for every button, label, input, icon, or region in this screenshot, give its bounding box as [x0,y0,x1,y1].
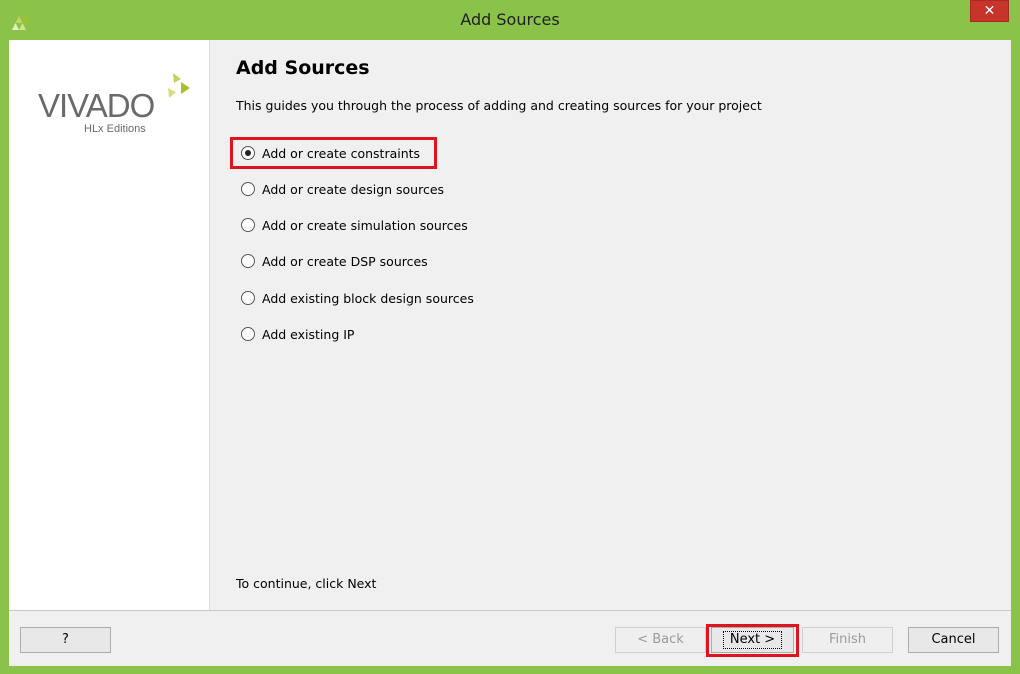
dialog-window: Add Sources ✕ VIVADO HLx Editions Add So… [0,0,1020,674]
next-label: Next > [722,631,783,649]
option-label: Add or create design sources [262,181,445,197]
finish-label: Finish [828,632,866,647]
option-label: Add or create simulation sources [262,217,468,233]
option-block-design-sources[interactable]: Add existing block design sources [241,288,474,308]
option-design-sources[interactable]: Add or create design sources [241,179,444,199]
radio-button-selected[interactable] [241,146,255,160]
window-title: Add Sources [460,10,560,29]
option-existing-ip[interactable]: Add existing IP [241,324,354,344]
footer-divider [9,610,1011,611]
content-panel: Add Sources This guides you through the … [210,40,1011,610]
cancel-label: Cancel [931,632,976,647]
page-description: This guides you through the process of a… [236,98,762,113]
radio-button[interactable] [241,327,255,341]
page-title: Add Sources [236,57,370,79]
dialog-body: VIVADO HLx Editions Add Sources This gui… [9,40,1011,666]
help-label: ? [62,632,69,647]
cancel-button[interactable]: Cancel [908,627,999,653]
option-label: Add existing IP [262,326,355,342]
side-panel: VIVADO HLx Editions [9,40,210,610]
close-icon: ✕ [983,3,996,19]
next-button[interactable]: Next > [711,627,794,653]
title-bar[interactable]: Add Sources ✕ [0,0,1020,40]
option-label: Add or create DSP sources [262,253,428,269]
help-button[interactable]: ? [20,627,111,653]
back-button[interactable]: < Back [615,627,706,653]
logo-brand: VIVADO [38,87,155,124]
vivado-logo: VIVADO HLx Editions [38,73,190,135]
radio-button[interactable] [241,182,255,196]
close-button[interactable]: ✕ [970,0,1009,22]
option-label: Add existing block design sources [262,290,474,306]
finish-button[interactable]: Finish [802,627,893,653]
back-label: < Back [637,632,684,647]
continue-hint: To continue, click Next [236,576,377,591]
option-label: Add or create constraints [262,145,421,161]
radio-button[interactable] [241,254,255,268]
logo-edition: HLx Editions [84,123,146,135]
radio-button[interactable] [241,218,255,232]
option-simulation-sources[interactable]: Add or create simulation sources [241,215,468,235]
option-dsp-sources[interactable]: Add or create DSP sources [241,251,428,271]
radio-button[interactable] [241,291,255,305]
option-constraints[interactable]: Add or create constraints [241,143,420,163]
